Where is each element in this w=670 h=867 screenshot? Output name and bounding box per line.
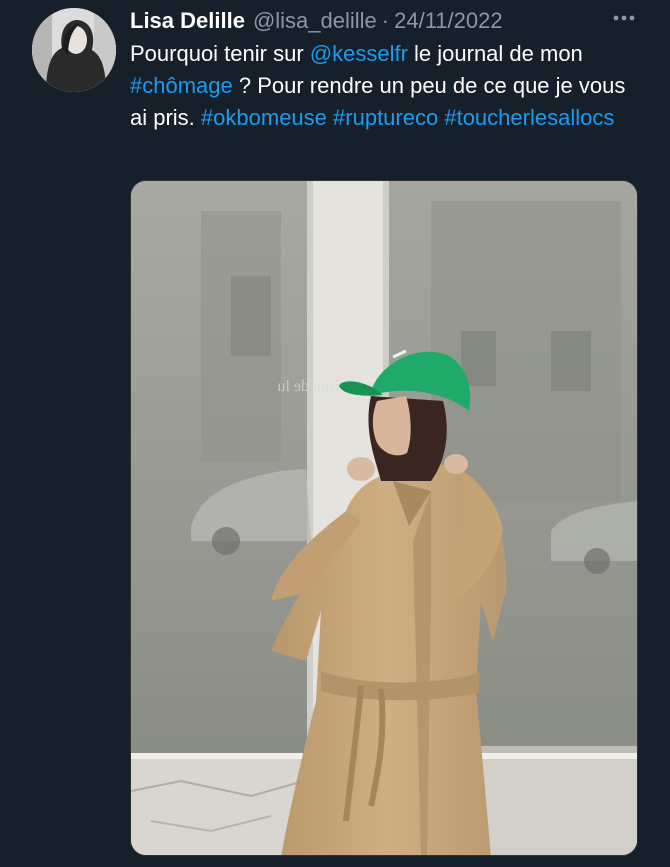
more-horizontal-icon: [613, 15, 635, 21]
mention-link[interactable]: @kesselfr: [310, 41, 408, 66]
tweet-text: Pourquoi tenir sur @kesselfr le journal …: [130, 38, 640, 134]
tweet: Lisa Delille @lisa_delille · 24/11/2022 …: [0, 0, 670, 867]
photo-illustration: Maison de lu: [131, 181, 637, 855]
avatar[interactable]: [32, 8, 116, 92]
avatar-image: [32, 8, 116, 92]
separator-dot: ·: [381, 8, 390, 33]
user-handle[interactable]: @lisa_delille: [253, 8, 377, 34]
tweet-photo[interactable]: Maison de lu: [130, 180, 638, 856]
tweet-text-segment: le journal de mon: [407, 41, 583, 66]
more-options-button[interactable]: [606, 6, 642, 30]
tweet-text-segment: Pourquoi tenir sur: [130, 41, 310, 66]
hashtag-link[interactable]: #okbomeuse: [201, 105, 327, 130]
tweet-date[interactable]: 24/11/2022: [394, 8, 502, 34]
hashtag-link[interactable]: #toucherlesallocs: [444, 105, 614, 130]
tweet-header: Lisa Delille @lisa_delille · 24/11/2022: [130, 8, 503, 34]
hashtag-link[interactable]: #chômage: [130, 73, 233, 98]
hashtag-link[interactable]: #ruptureco: [333, 105, 438, 130]
display-name[interactable]: Lisa Delille: [130, 8, 245, 34]
